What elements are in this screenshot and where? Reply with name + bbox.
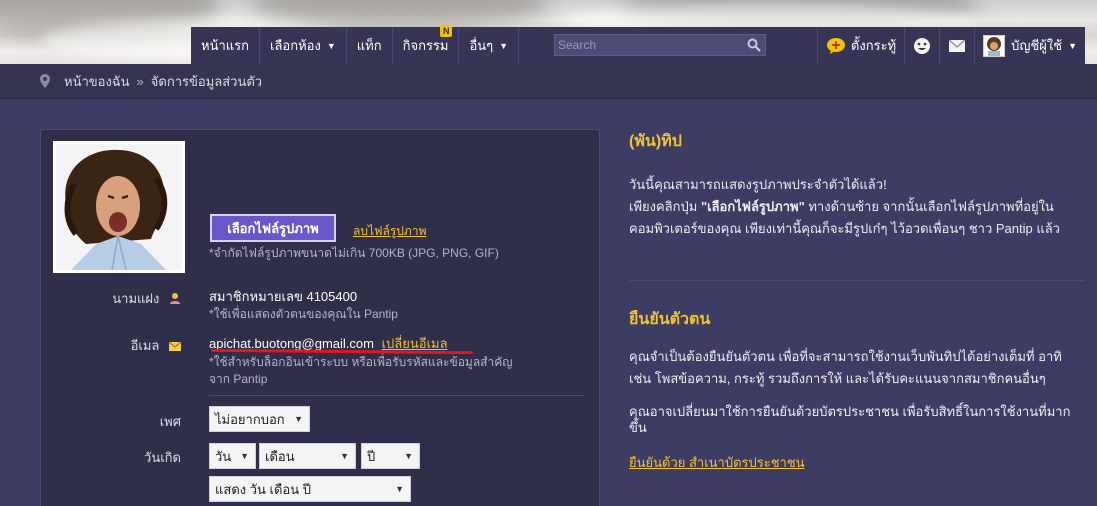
- messages-button[interactable]: [939, 27, 974, 64]
- email-label-row: อีเมล: [81, 335, 182, 356]
- gender-select-value: ไม่อยากบอก: [215, 411, 285, 427]
- top-navigation: หน้าแรก เลือกห้อง ▼ แท็ก กิจกรรม N อื่นๆ ▼ …: [191, 25, 1085, 64]
- tips-body: วันนี้คุณสามารถแสดงรูปภาพประจำตัวได้แล้ว…: [629, 174, 1085, 240]
- account-menu[interactable]: บัญชีผู้ใช้ ▼: [974, 27, 1085, 64]
- day-select-value: วัน: [215, 448, 232, 464]
- new-topic-button[interactable]: ตั้งกระทู้: [816, 27, 904, 64]
- breadcrumb: หน้าของฉัน » จัดการข้อมูลส่วนตัว: [0, 64, 1097, 99]
- alias-label-row: นามแฝง: [81, 288, 181, 309]
- choose-image-button[interactable]: เลือกไฟล์รูปภาพ: [210, 214, 336, 242]
- gender-label: เพศ: [159, 414, 181, 429]
- birthday-display-select[interactable]: แสดง วัน เดือน ปี ▼: [209, 476, 411, 502]
- chevron-down-icon: ▼: [340, 451, 349, 461]
- alias-value: สมาชิกหมายเลข 4105400: [209, 289, 358, 304]
- verify-para-2-line-2: ขึ้น: [629, 420, 647, 435]
- tips-title: (พัน)ทิป: [629, 133, 682, 150]
- nav-tags[interactable]: แท็ก: [347, 27, 393, 64]
- nav-home[interactable]: หน้าแรก: [191, 27, 260, 64]
- verify-para-2-line-1: คุณอาจเปลี่ยนมาใช้การยืนยันด้วยบัตรประชา…: [629, 404, 1071, 419]
- divider: [629, 280, 1085, 281]
- smiley-icon: [913, 37, 931, 55]
- display-select-value: แสดง วัน เดือน ปี: [215, 481, 311, 497]
- user-navigation: ตั้งกระทู้ บัญชีผู้ใช้ ▼: [816, 27, 1085, 64]
- birthday-month-select[interactable]: เดือน ▼: [259, 443, 356, 469]
- chevron-down-icon: ▼: [499, 40, 509, 51]
- delete-image-link[interactable]: ลบไฟล์รูปภาพ: [353, 222, 426, 241]
- breadcrumb-separator: »: [136, 73, 144, 89]
- envelope-icon: [168, 339, 182, 354]
- birthday-day-select[interactable]: วัน ▼: [209, 443, 256, 469]
- email-note: *ใช้สำหรับล็อกอินเข้าระบบ หรือเพื่อรับรห…: [209, 354, 513, 388]
- breadcrumb-current: จัดการข้อมูลส่วนตัว: [150, 73, 263, 89]
- chevron-down-icon: ▼: [404, 451, 413, 461]
- chevron-down-icon: ▼: [240, 451, 249, 461]
- location-pin-icon: [40, 74, 50, 88]
- email-note-line-2: จาก Pantip: [209, 372, 268, 386]
- nav-home-label: หน้าแรก: [201, 38, 249, 53]
- user-icon: [169, 292, 181, 307]
- birthday-label: วันเกิด: [144, 450, 181, 465]
- email-note-line-1: *ใช้สำหรับล็อกอินเข้าระบบ หรือเพื่อรับรห…: [209, 355, 513, 369]
- nav-activities-label: กิจกรรม: [402, 38, 449, 53]
- chevron-down-icon: ▼: [1068, 40, 1077, 51]
- profile-photo-frame: [53, 141, 185, 273]
- tips-line-1: วันนี้คุณสามารถแสดงรูปภาพประจำตัวได้แล้ว…: [629, 177, 887, 192]
- tips-line-2-bold: "เลือกไฟล์รูปภาพ": [700, 199, 805, 214]
- nav-select-room-label: เลือกห้อง: [270, 38, 321, 53]
- envelope-icon: [948, 39, 966, 53]
- tips-line-3: คอมพิวเตอร์ของคุณ เพียงเท่านี้คุณก็จะมีร…: [629, 221, 1060, 236]
- tips-line-2-start: เพียงคลิกปุ่ม: [629, 199, 701, 214]
- nav-select-room[interactable]: เลือกห้อง ▼: [260, 27, 347, 64]
- nav-others-label: อื่นๆ: [469, 38, 494, 53]
- nav-tags-label: แท็ก: [356, 38, 382, 53]
- profile-photo: [56, 144, 182, 270]
- verify-para-1: คุณจำเป็นต้องยืนยันตัวตน เพื่อที่จะสามาร…: [629, 346, 1085, 390]
- alias-note: *ใช้เพื่อแสดงตัวตนของคุณใน Pantip: [209, 307, 398, 321]
- verify-para-2: คุณอาจเปลี่ยนมาใช้การยืนยันด้วยบัตรประชา…: [629, 404, 1085, 436]
- chevron-down-icon: ▼: [294, 414, 303, 424]
- new-badge: N: [439, 25, 453, 37]
- year-select-value: ปี: [367, 448, 376, 464]
- verify-id-card-link[interactable]: ยืนยันด้วย สำเนาบัตรประชาชน: [629, 455, 805, 470]
- month-select-value: เดือน: [265, 448, 295, 464]
- account-label: บัญชีผู้ใช้: [1011, 38, 1063, 53]
- nav-activities[interactable]: กิจกรรม N: [393, 25, 460, 64]
- search-box: [554, 34, 766, 56]
- tips-line-2-end: ทางด้านซ้าย จากนั้นเลือกไฟล์รูปภาพที่อยู…: [804, 199, 1054, 214]
- chevron-down-icon: ▼: [395, 484, 404, 494]
- choose-image-button-label: เลือกไฟล์รูปภาพ: [227, 220, 319, 236]
- avatar: [983, 34, 1006, 57]
- gender-select[interactable]: ไม่อยากบอก ▼: [209, 406, 310, 432]
- alias-label: นามแฝง: [112, 291, 160, 306]
- search-icon[interactable]: [743, 38, 765, 52]
- email-label: อีเมล: [130, 338, 160, 353]
- verify-para-1-line-2: เช่น โพสข้อความ, กระทู้ รวมถึงการให้ และ…: [629, 371, 1046, 386]
- change-email-link[interactable]: เปลี่ยนอีเมล: [382, 336, 448, 351]
- chevron-down-icon: ▼: [326, 40, 336, 51]
- tips-line-2: เพียงคลิกปุ่ม "เลือกไฟล์รูปภาพ" ทางด้านซ…: [629, 196, 1085, 218]
- verify-para-1-line-1: คุณจำเป็นต้องยืนยันตัวตน เพื่อที่จะสามาร…: [629, 349, 1062, 364]
- tips-column: (พัน)ทิป วันนี้คุณสามารถแสดงรูปภาพประจำต…: [629, 129, 1085, 506]
- breadcrumb-home[interactable]: หน้าของฉัน: [64, 71, 130, 92]
- profile-settings-panel: เลือกไฟล์รูปภาพ ลบไฟล์รูปภาพ *จำกัดไฟล์ร…: [40, 129, 600, 506]
- upload-note: *จำกัดไฟล์รูปภาพขนาดไม่เกิน 700KB (JPG, …: [209, 246, 499, 260]
- nav-others[interactable]: อื่นๆ ▼: [459, 27, 520, 64]
- divider: [209, 395, 585, 396]
- birthday-year-select[interactable]: ปี ▼: [361, 443, 420, 469]
- search-input[interactable]: [555, 38, 743, 52]
- emoticon-button[interactable]: [904, 27, 939, 64]
- speech-bubble-plus-icon: [826, 37, 846, 55]
- new-topic-label: ตั้งกระทู้: [850, 38, 897, 53]
- verify-title: ยืนยันตัวตน: [629, 311, 711, 328]
